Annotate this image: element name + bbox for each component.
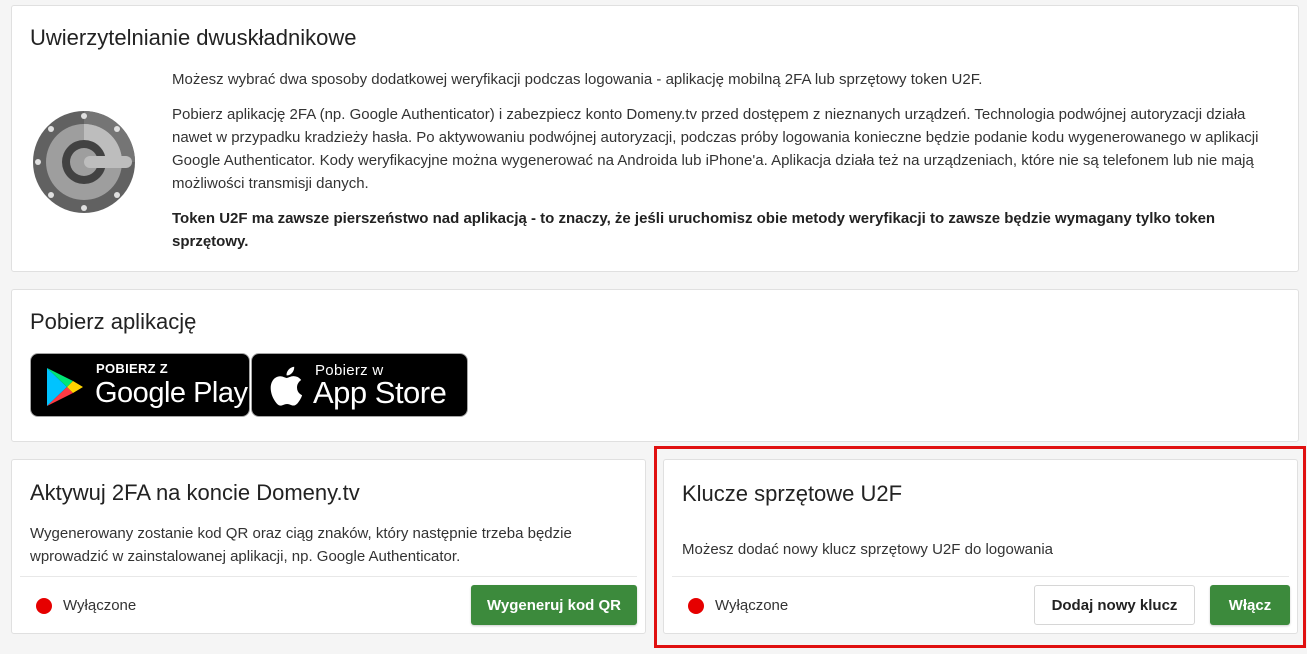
activate-2fa-status: Wyłączone [36, 597, 136, 614]
google-play-badge[interactable]: POBIERZ Z Google Play [30, 353, 250, 417]
download-app-card: Pobierz aplikację POBIERZ Z Google Play … [11, 289, 1299, 442]
activate-2fa-description: Wygenerowany zostanie kod QR oraz ciąg z… [30, 525, 572, 565]
add-new-key-button[interactable]: Dodaj nowy klucz [1034, 585, 1195, 625]
twofa-intro-text: Możesz wybrać dwa sposoby dodatkowej wer… [172, 71, 983, 88]
status-label: Wyłączone [63, 597, 137, 614]
status-off-icon [36, 597, 52, 614]
download-title: Pobierz aplikację [30, 309, 197, 334]
apple-icon [270, 366, 303, 406]
app-store-big-text: App Store [313, 375, 447, 410]
twofa-description-text: Pobierz aplikację 2FA (np. Google Authen… [172, 106, 1259, 192]
google-play-big-text: Google Play [95, 377, 248, 409]
u2f-keys-title: Klucze sprzętowe U2F [682, 481, 903, 506]
google-play-icon [47, 368, 83, 406]
token-priority-note: Token U2F ma zawsze pierszeństwo nad apl… [172, 210, 1216, 250]
status-label: Wyłączone [715, 597, 789, 614]
status-off-icon [688, 597, 704, 614]
app-store-badge[interactable]: Pobierz w App Store [251, 353, 468, 417]
google-play-small-text: POBIERZ Z [96, 361, 169, 376]
u2f-keys-card: Klucze sprzętowe U2F Możesz dodać nowy k… [663, 459, 1298, 634]
google-authenticator-icon [33, 111, 135, 213]
activate-2fa-title: Aktywuj 2FA na koncie Domeny.tv [30, 480, 360, 505]
divider [20, 576, 637, 577]
divider [672, 576, 1289, 577]
twofa-info-card: Uwierzytelnianie dwuskładnikowe Możesz w… [11, 5, 1299, 272]
u2f-keys-description: Możesz dodać nowy klucz sprzętowy U2F do… [682, 541, 1054, 558]
u2f-status: Wyłączone [688, 597, 788, 614]
activate-2fa-card: Aktywuj 2FA na koncie Domeny.tv Wygenero… [11, 459, 646, 634]
enable-u2f-button[interactable]: Włącz [1210, 585, 1290, 625]
generate-qr-button[interactable]: Wygeneruj kod QR [471, 585, 637, 625]
twofa-info-title: Uwierzytelnianie dwuskładnikowe [30, 25, 357, 50]
